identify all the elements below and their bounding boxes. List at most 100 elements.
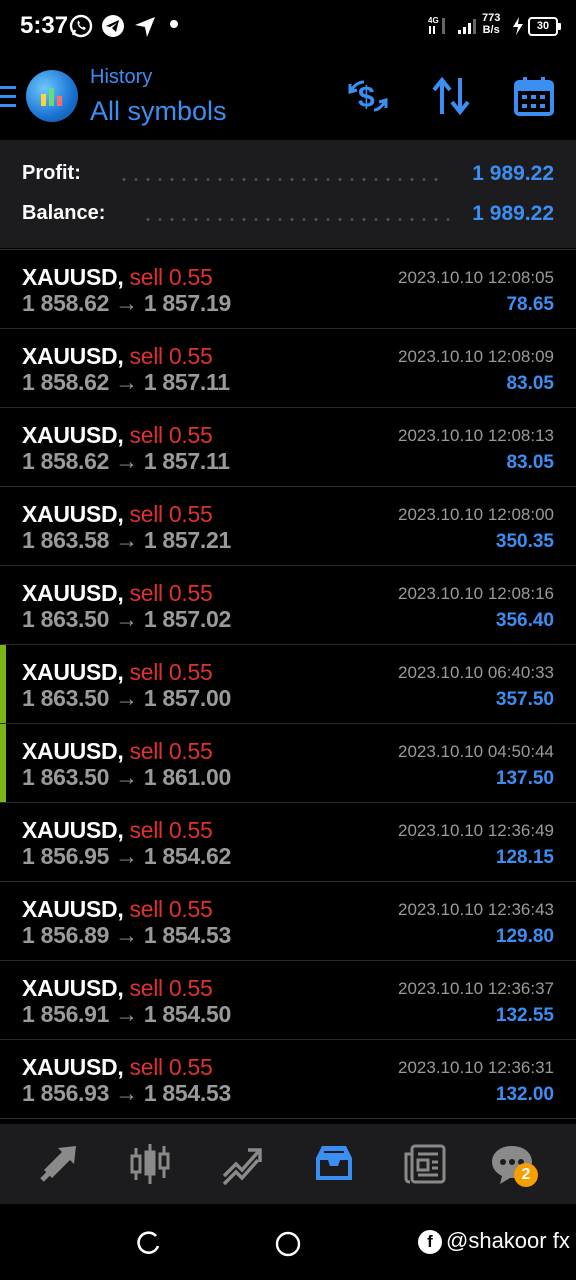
trade-prices: 1 863.50 → 1 857.00 [22,685,231,712]
trade-symbol: XAUUSD, sell 0.55 [22,659,213,685]
trade-side: sell 0.55 [129,659,213,685]
trade-marker [0,645,6,723]
trade-side: sell 0.55 [129,264,213,290]
trade-profit: 129.80 [495,926,554,947]
trade-time: 2023.10.10 12:36:37 [398,979,554,998]
trade-profit: 83.05 [506,373,554,394]
trade-side: sell 0.55 [129,817,213,843]
trade-side: sell 0.55 [129,422,213,448]
trade-time: 2023.10.10 12:08:16 [398,584,554,603]
recent-apps-icon[interactable] [134,1230,162,1258]
trade-row[interactable]: XAUUSD, sell 0.55 1 856.89 → 1 854.53 2023.1… [0,881,576,960]
trade-row[interactable]: XAUUSD, sell 0.55 1 856.91 → 1 854.50 2023.1… [0,960,576,1039]
close-price: 1 854.62 [143,843,231,869]
trade-profit: 83.05 [506,452,554,473]
trade-side: sell 0.55 [129,1054,213,1080]
trade-row[interactable]: XAUUSD, sell 0.55 1 863.58 → 1 857.21 2023.1… [0,486,576,565]
status-time: 5:37 [20,12,69,39]
quotes-icon[interactable] [36,1140,84,1188]
list-divider [0,1118,576,1119]
deposit-icon[interactable]: $ [346,74,390,118]
trade-profit: 78.65 [506,294,554,315]
app-logo [26,70,78,122]
notification-dot [170,20,178,28]
trade-symbol: XAUUSD, sell 0.55 [22,975,213,1001]
trade-time: 2023.10.10 12:36:43 [398,900,554,919]
price-arrow-icon: → [115,922,138,948]
chat-badge: 2 [514,1163,538,1187]
trade-time: 2023.10.10 12:08:05 [398,268,554,287]
trade-symbol: XAUUSD, sell 0.55 [22,343,213,369]
home-icon[interactable] [274,1230,302,1258]
trade-row[interactable]: XAUUSD, sell 0.55 1 863.50 → 1 857.00 2023.1… [0,644,576,723]
trade-row[interactable]: XAUUSD, sell 0.55 1 858.62 → 1 857.19 2023.1… [0,249,576,328]
trade-row[interactable]: XAUUSD, sell 0.55 1 858.62 → 1 857.11 2023.1… [0,407,576,486]
open-price: 1 863.50 [22,764,110,790]
trade-side: sell 0.55 [129,343,213,369]
trade-time: 2023.10.10 12:08:00 [398,505,554,524]
symbol-filter[interactable]: All symbols [90,96,227,127]
trade-icon[interactable] [218,1140,266,1188]
open-price: 1 858.62 [22,290,110,316]
whatsapp-icon [69,14,93,38]
trade-prices: 1 856.89 → 1 854.53 [22,922,231,949]
dotted-leader [142,218,452,221]
watermark: f @shakoor fx [418,1228,570,1255]
signal-icon: 4G [428,16,476,34]
svg-text:$: $ [358,81,375,114]
trade-profit: 356.40 [495,610,554,631]
telegram-icon [102,15,124,37]
trade-profit: 350.35 [495,531,554,552]
close-price: 1 857.00 [143,685,231,711]
trade-profit: 132.55 [495,1005,554,1026]
news-icon[interactable] [402,1140,450,1188]
sort-icon[interactable] [429,74,473,118]
chart-icon[interactable] [126,1140,174,1188]
battery-indicator: 30 [528,17,561,36]
network-speed: 773 B/s [482,12,501,36]
trade-side: sell 0.55 [129,738,213,764]
trade-symbol: XAUUSD, sell 0.55 [22,580,213,606]
account-summary: Profit: 1 989.22 Balance: 1 989.22 [0,140,576,248]
trade-profit: 357.50 [495,689,554,710]
trade-prices: 1 856.91 → 1 854.50 [22,1001,231,1028]
trade-history-list: XAUUSD, sell 0.55 1 858.62 → 1 857.19 2023.1… [0,249,576,1119]
open-price: 1 856.89 [22,922,110,948]
trade-symbol: XAUUSD, sell 0.55 [22,1054,213,1080]
open-price: 1 863.58 [22,527,110,553]
trade-marker [0,724,6,802]
price-arrow-icon: → [115,369,138,395]
trade-symbol: XAUUSD, sell 0.55 [22,817,213,843]
trade-side: sell 0.55 [129,896,213,922]
trade-prices: 1 858.62 → 1 857.11 [22,448,230,475]
trade-side: sell 0.55 [129,975,213,1001]
menu-icon[interactable] [0,86,16,108]
calendar-icon[interactable] [512,74,556,118]
close-price: 1 854.50 [143,1001,231,1027]
trade-time: 2023.10.10 06:40:33 [398,663,554,682]
app-header: History All symbols $ [0,52,576,140]
trade-row[interactable]: XAUUSD, sell 0.55 1 858.62 → 1 857.11 2023.1… [0,328,576,407]
trade-row[interactable]: XAUUSD, sell 0.55 1 856.95 → 1 854.62 2023.1… [0,802,576,881]
open-price: 1 858.62 [22,369,110,395]
trade-row[interactable]: XAUUSD, sell 0.55 1 863.50 → 1 857.02 2023.1… [0,565,576,644]
dotted-leader [118,178,440,181]
trade-side: sell 0.55 [129,501,213,527]
trade-row[interactable]: XAUUSD, sell 0.55 1 856.93 → 1 854.53 2023.1… [0,1039,576,1118]
trade-prices: 1 858.62 → 1 857.19 [22,290,231,317]
close-price: 1 857.19 [143,290,231,316]
history-icon[interactable] [310,1140,358,1188]
profit-value: 1 989.22 [472,162,554,185]
trade-symbol: XAUUSD, sell 0.55 [22,264,213,290]
trade-row[interactable]: XAUUSD, sell 0.55 1 863.50 → 1 861.00 2023.1… [0,723,576,802]
bottom-navigation [0,1124,576,1204]
price-arrow-icon: → [115,606,138,632]
price-arrow-icon: → [115,1001,138,1027]
open-price: 1 863.50 [22,685,110,711]
balance-row: Balance: 1 989.22 [22,202,554,232]
close-price: 1 861.00 [143,764,231,790]
page-title: History [90,66,153,88]
trade-time: 2023.10.10 12:08:09 [398,347,554,366]
balance-label: Balance: [22,202,106,224]
trade-side: sell 0.55 [129,580,213,606]
